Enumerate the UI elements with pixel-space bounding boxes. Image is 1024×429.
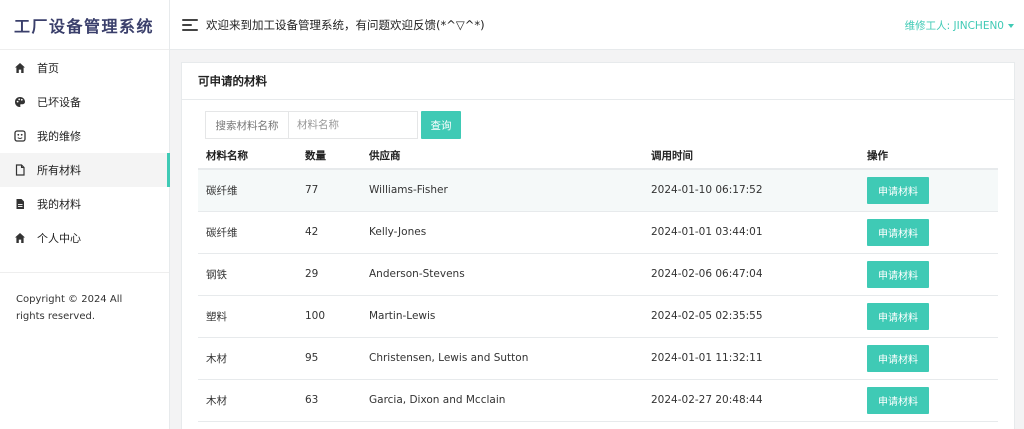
sidebar-item-label: 已坏设备	[37, 96, 81, 109]
material-time: 2024-01-01 03:44:01	[643, 211, 859, 254]
table-row: 木材 63 Garcia, Dixon and Mcclain 2024-02-…	[198, 379, 998, 422]
material-quantity: 63	[297, 379, 361, 422]
sidebar: 工厂设备管理系统 首页 已坏设备 我的维修 所有材料 我的材料 个人中心 Cop…	[0, 0, 170, 429]
material-supplier: Martin-Lewis	[361, 295, 643, 338]
sidebar-item-broken-devices[interactable]: 已坏设备	[0, 85, 169, 119]
sidebar-item-label: 我的维修	[37, 130, 81, 143]
material-supplier: Christensen, Lewis and Sutton	[361, 337, 643, 380]
material-name: 木材	[198, 337, 297, 380]
sidebar-item-label: 个人中心	[37, 232, 81, 245]
face-icon	[14, 130, 26, 142]
sidebar-item-profile[interactable]: 个人中心	[0, 221, 169, 255]
sidebar-item-home[interactable]: 首页	[0, 51, 169, 85]
column-header-quantity[interactable]: 数量	[297, 143, 361, 170]
copyright: Copyright © 2024 All rights reserved.	[0, 272, 169, 325]
material-time: 2024-02-27 20:48:44	[643, 379, 859, 422]
material-name: 塑料	[198, 295, 297, 338]
action-cell: 申请材料	[859, 295, 998, 338]
material-quantity: 77	[297, 169, 361, 212]
table-row: 木材 95 Christensen, Lewis and Sutton 2024…	[198, 337, 998, 380]
home-icon	[14, 62, 26, 74]
material-name: 碳纤维	[198, 211, 297, 254]
material-quantity: 100	[297, 295, 361, 338]
action-cell: 申请材料	[859, 337, 998, 380]
palette-icon	[14, 96, 26, 108]
search-bar: 搜索材料名称 查询	[205, 111, 461, 139]
home-icon	[14, 232, 26, 244]
action-cell: 申请材料	[859, 253, 998, 296]
material-time: 2024-01-10 06:17:52	[643, 169, 859, 212]
action-cell: 申请材料	[859, 379, 998, 422]
document-icon	[14, 198, 26, 210]
file-icon	[14, 164, 26, 176]
table-header-row: 材料名称 数量 供应商 调用时间 操作	[198, 143, 998, 170]
top-bar: 欢迎来到加工设备管理系统，有问题欢迎反馈(*^▽^*) 维修工人: JINCHE…	[170, 0, 1024, 50]
sidebar-item-label: 我的材料	[37, 198, 81, 211]
material-supplier: Kelly-Jones	[361, 211, 643, 254]
sidebar-item-my-repairs[interactable]: 我的维修	[0, 119, 169, 153]
apply-material-button[interactable]: 申请材料	[867, 302, 929, 330]
apply-material-button[interactable]: 申请材料	[867, 344, 929, 372]
material-time: 2024-02-06 06:47:04	[643, 253, 859, 296]
action-cell: 申请材料	[859, 169, 998, 212]
material-name: 碳纤维	[198, 169, 297, 212]
search-label: 搜索材料名称	[205, 111, 288, 139]
sidebar-item-all-materials[interactable]: 所有材料	[0, 153, 170, 187]
app-logo[interactable]: 工厂设备管理系统	[0, 0, 169, 50]
search-input[interactable]	[288, 111, 418, 139]
sidebar-item-label: 首页	[37, 62, 59, 75]
apply-material-button[interactable]: 申请材料	[867, 176, 929, 204]
caret-down-icon	[1008, 23, 1014, 28]
material-quantity: 29	[297, 253, 361, 296]
material-quantity: 95	[297, 337, 361, 380]
table-row: 塑料 100 Martin-Lewis 2024-02-05 02:35:55 …	[198, 295, 998, 338]
user-dropdown[interactable]: 维修工人: JINCHEN0	[905, 18, 1014, 33]
action-cell: 申请材料	[859, 211, 998, 254]
sidebar-item-my-materials[interactable]: 我的材料	[0, 187, 169, 221]
user-label: 维修工人: JINCHEN0	[904, 20, 1004, 32]
table-row: 碳纤维 42 Kelly-Jones 2024-01-01 03:44:01 申…	[198, 211, 998, 254]
table-row: 碳纤维 77 Williams-Fisher 2024-01-10 06:17:…	[198, 169, 998, 212]
welcome-message: 欢迎来到加工设备管理系统，有问题欢迎反馈(*^▽^*)	[206, 17, 485, 32]
material-time: 2024-02-05 02:35:55	[643, 295, 859, 338]
material-supplier: Garcia, Dixon and Mcclain	[361, 379, 643, 422]
material-time: 2024-01-01 11:32:11	[643, 337, 859, 380]
column-header-action: 操作	[859, 143, 998, 170]
apply-material-button[interactable]: 申请材料	[867, 386, 929, 414]
material-supplier: Anderson-Stevens	[361, 253, 643, 296]
search-button[interactable]: 查询	[421, 111, 461, 139]
material-supplier: Williams-Fisher	[361, 169, 643, 212]
material-name: 木材	[198, 379, 297, 422]
apply-material-button[interactable]: 申请材料	[867, 260, 929, 288]
column-header-name[interactable]: 材料名称	[198, 143, 297, 170]
sidebar-menu: 首页 已坏设备 我的维修 所有材料 我的材料 个人中心	[0, 50, 170, 255]
column-header-time[interactable]: 调用时间	[643, 143, 859, 170]
sidebar-item-label: 所有材料	[37, 164, 81, 177]
table-row: 钢铁 29 Anderson-Stevens 2024-02-06 06:47:…	[198, 253, 998, 296]
panel-title: 可申请的材料	[182, 63, 1014, 100]
material-quantity: 42	[297, 211, 361, 254]
menu-toggle-icon[interactable]	[182, 18, 198, 31]
materials-panel: 可申请的材料 搜索材料名称 查询 材料名称 数量 供应商 调用时间 操作 碳纤维…	[181, 62, 1015, 429]
apply-material-button[interactable]: 申请材料	[867, 218, 929, 246]
material-name: 钢铁	[198, 253, 297, 296]
column-header-supplier[interactable]: 供应商	[361, 143, 643, 170]
materials-table: 材料名称 数量 供应商 调用时间 操作 碳纤维 77 Williams-Fish…	[198, 143, 998, 422]
